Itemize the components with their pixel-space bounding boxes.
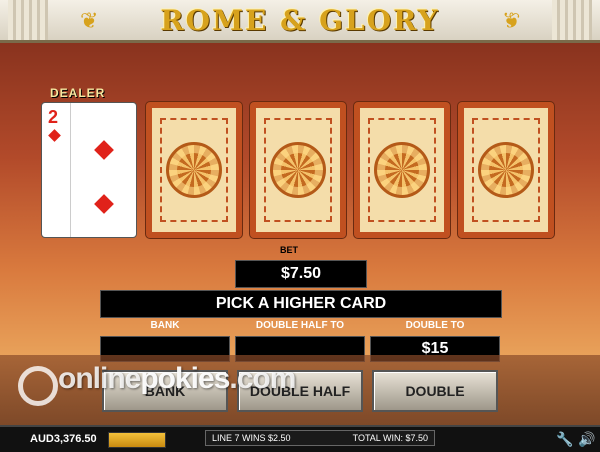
double-to-label: DOUBLE TO — [405, 320, 465, 331]
dealer-label: DEALER — [50, 86, 106, 100]
player-card-2[interactable] — [249, 101, 347, 239]
watermark: onlinepokies.com — [58, 362, 296, 395]
balance: AUD3,376.50 — [30, 433, 97, 445]
total-win: TOTAL WIN: $7.50 — [352, 433, 428, 443]
laurel-right-icon: ❦ — [501, 8, 520, 33]
dealer-card: 2 — [41, 102, 137, 238]
watermark-logo-icon — [18, 366, 58, 406]
speaker-icon[interactable]: 🔊 — [578, 431, 595, 448]
line-wins: LINE 7 WINS $2.50 — [212, 433, 291, 443]
card-corner-diamond-icon — [48, 129, 61, 142]
game-title: ROME & GLORY — [160, 3, 440, 37]
column-left-decoration — [8, 0, 48, 40]
card-rank: 2 — [48, 107, 59, 127]
wrench-icon[interactable]: 🔧 — [556, 431, 573, 448]
status-bar: AUD3,376.50 LINE 7 WINS $2.50 TOTAL WIN:… — [0, 425, 600, 452]
laurel-left-icon: ❦ — [80, 8, 99, 33]
win-summary: LINE 7 WINS $2.50 TOTAL WIN: $7.50 — [205, 430, 435, 446]
rosette-icon — [166, 142, 222, 198]
game-header: ❦ ROME & GLORY ❦ — [0, 0, 600, 43]
player-card-3[interactable] — [353, 101, 451, 239]
player-card-4[interactable] — [457, 101, 555, 239]
diamond-pip-icon — [94, 140, 114, 160]
bet-value: $7.50 — [235, 260, 367, 288]
instruction-message: PICK A HIGHER CARD — [100, 290, 502, 318]
bet-label: BET — [280, 245, 298, 255]
diamond-pip-icon — [94, 194, 114, 214]
column-right-decoration — [552, 0, 592, 40]
balance-meter — [108, 432, 166, 448]
player-card-1[interactable] — [145, 101, 243, 239]
rosette-icon — [270, 142, 326, 198]
rosette-icon — [374, 142, 430, 198]
double-half-to-label: DOUBLE HALF TO — [255, 320, 345, 331]
bank-label: BANK — [150, 320, 180, 331]
rosette-icon — [478, 142, 534, 198]
double-button[interactable]: DOUBLE — [372, 370, 498, 412]
